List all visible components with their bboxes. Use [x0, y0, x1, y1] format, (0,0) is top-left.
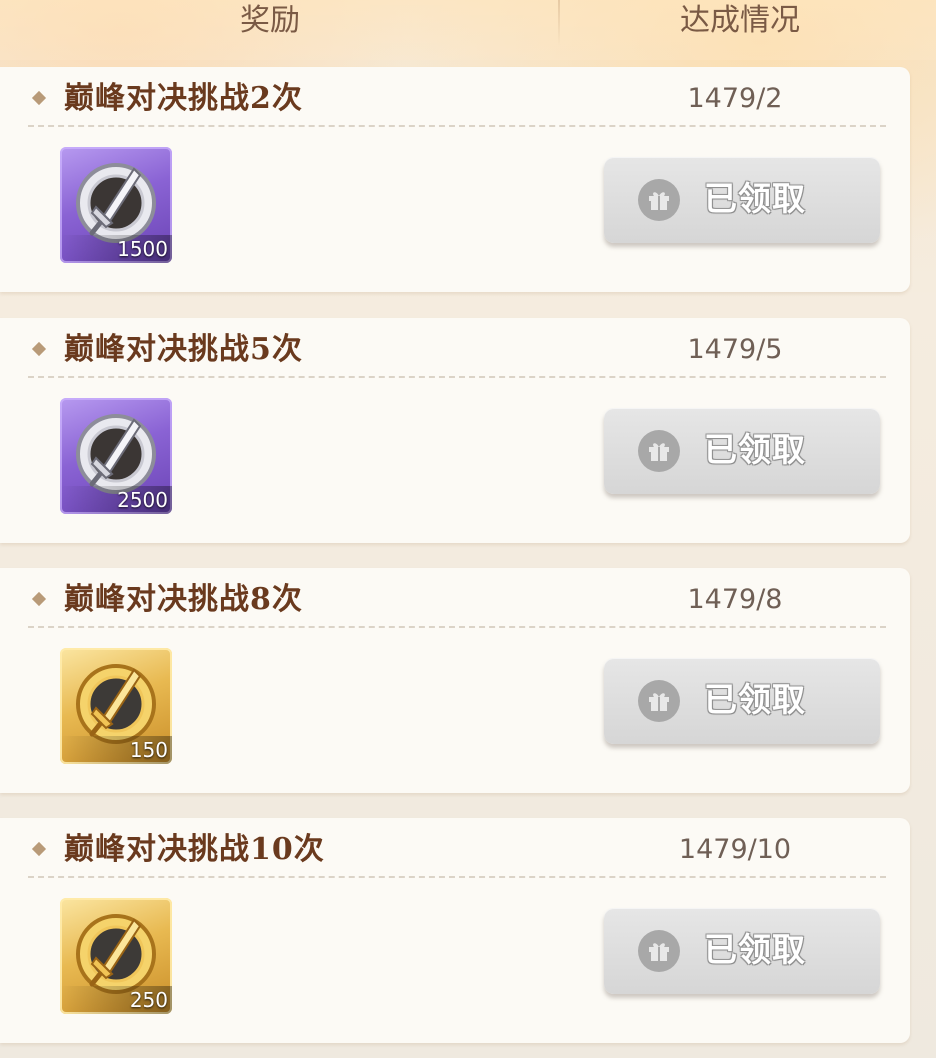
reward-column-header: 奖励	[240, 3, 300, 38]
gift-icon	[649, 443, 669, 461]
dashed-divider	[28, 125, 886, 127]
header-divider	[558, 0, 560, 46]
claimed-button-label: 已领取	[704, 680, 806, 719]
diamond-bullet-icon	[31, 341, 47, 357]
reward-item[interactable]: 1500	[60, 147, 172, 263]
gift-icon	[649, 192, 669, 210]
task-title: 巅峰对决挑战8次	[64, 582, 303, 617]
claimed-button[interactable]: 已领取	[604, 408, 880, 494]
gift-icon	[649, 943, 669, 961]
reward-item[interactable]: 2500	[60, 398, 172, 514]
claimed-button[interactable]: 已领取	[604, 157, 880, 243]
dashed-divider	[28, 376, 886, 378]
task-card: 巅峰对决挑战2次 1479/2 1500 已领取	[0, 67, 910, 292]
claimed-button[interactable]: 已领取	[604, 658, 880, 744]
task-title: 巅峰对决挑战2次	[64, 81, 303, 116]
task-progress: 1479/10	[678, 834, 792, 865]
reward-count: 1500	[117, 237, 168, 261]
dashed-divider	[28, 876, 886, 878]
task-progress: 1479/5	[687, 334, 783, 365]
task-card: 巅峰对决挑战5次 1479/5 2500 已领取	[0, 318, 910, 543]
task-card: 巅峰对决挑战8次 1479/8 150 已领取	[0, 568, 910, 793]
reward-item[interactable]: 150	[60, 648, 172, 764]
reward-count: 2500	[117, 488, 168, 512]
claimed-button-label: 已领取	[704, 430, 806, 469]
reward-count: 150	[129, 738, 168, 762]
gift-icon	[649, 693, 669, 711]
diamond-bullet-icon	[31, 841, 47, 857]
claimed-button[interactable]: 已领取	[604, 908, 880, 994]
claimed-button-label: 已领取	[704, 179, 806, 218]
task-progress: 1479/8	[687, 584, 783, 615]
task-progress: 1479/2	[687, 83, 783, 114]
reward-count: 250	[129, 988, 168, 1012]
table-header: 奖励 达成情况	[0, 0, 936, 60]
task-card: 巅峰对决挑战10次 1479/10 250 已领取	[0, 818, 910, 1043]
reward-item[interactable]: 250	[60, 898, 172, 1014]
dashed-divider	[28, 626, 886, 628]
diamond-bullet-icon	[31, 591, 47, 607]
task-title: 巅峰对决挑战5次	[64, 332, 303, 367]
claimed-button-label: 已领取	[704, 930, 806, 969]
diamond-bullet-icon	[31, 90, 47, 106]
status-column-header: 达成情况	[680, 3, 800, 38]
task-title: 巅峰对决挑战10次	[64, 832, 325, 867]
